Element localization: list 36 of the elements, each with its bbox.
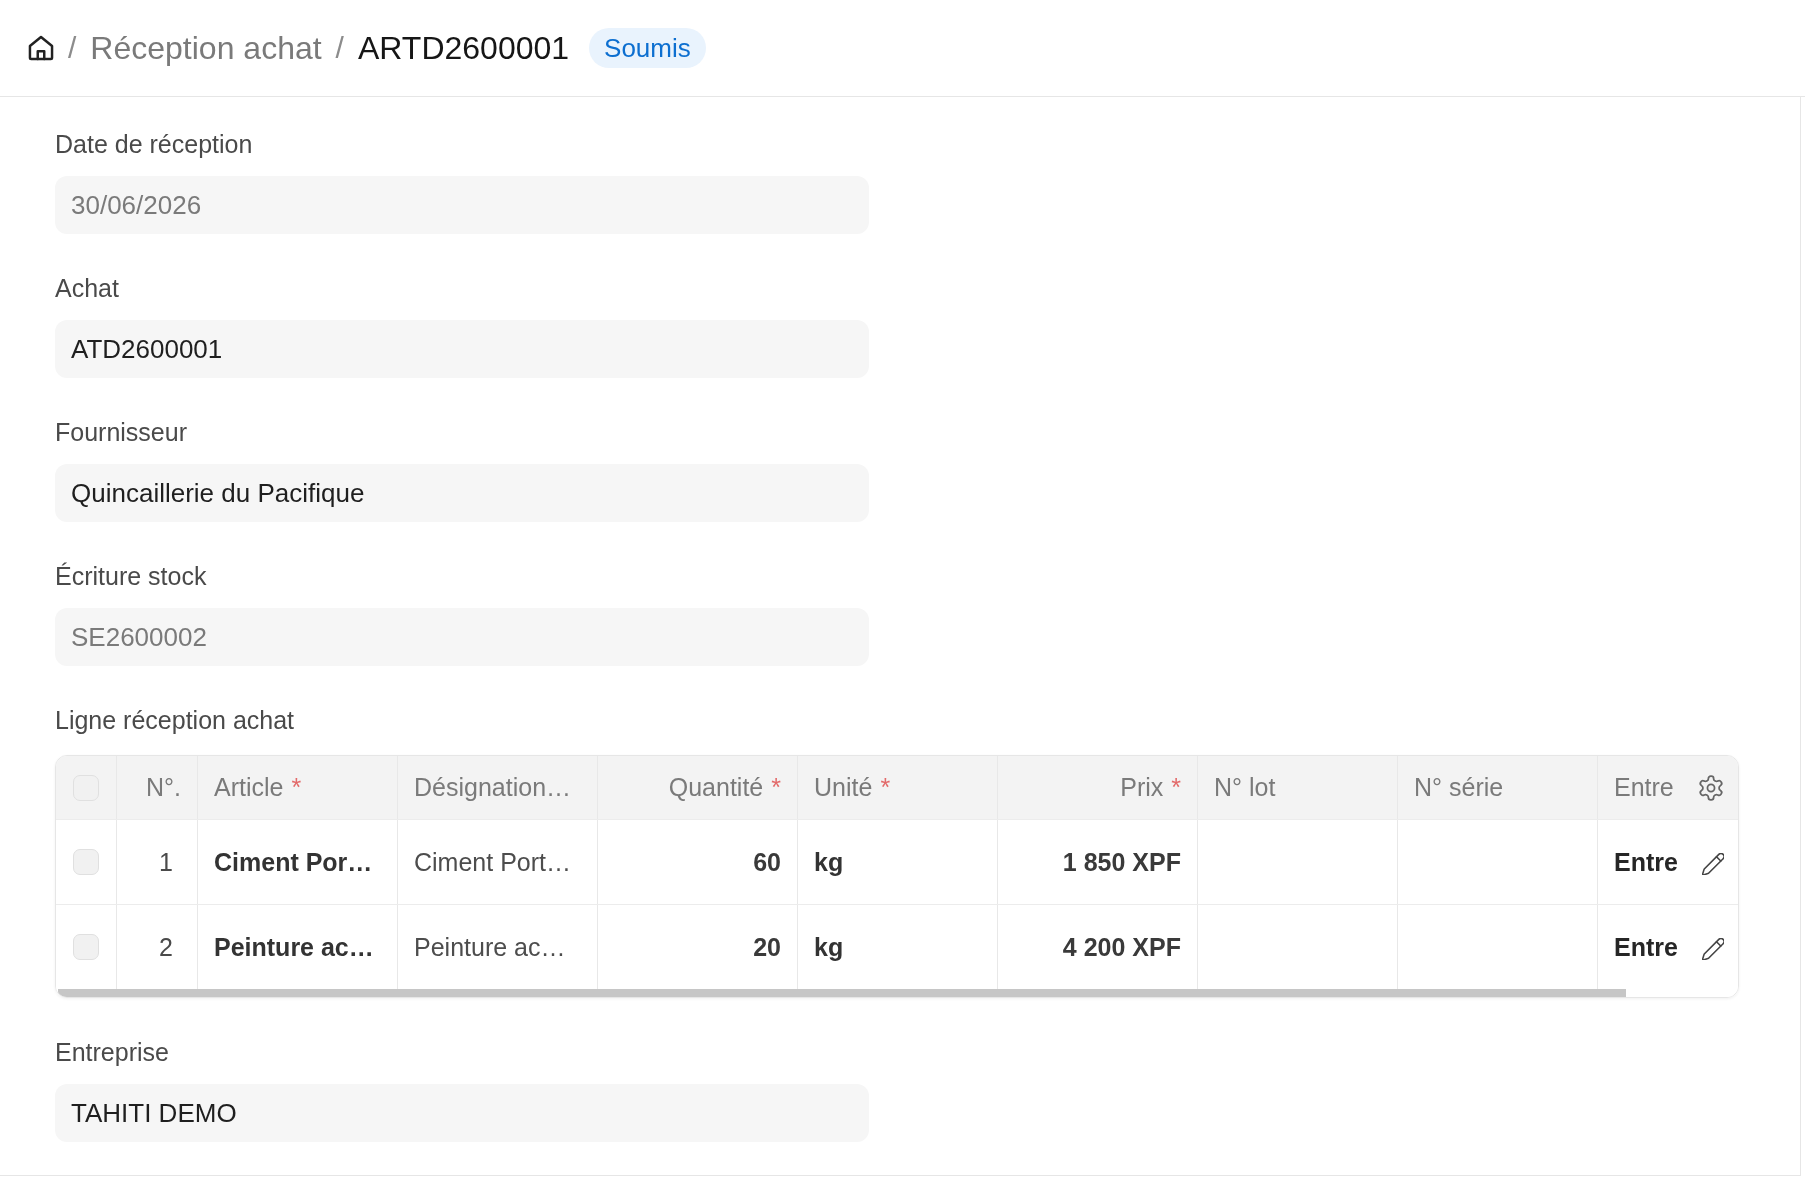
column-title: Entre	[1614, 773, 1674, 802]
section-label: Ligne réception achat	[55, 705, 295, 735]
input-field[interactable]: TAHITI DEMO	[55, 1084, 869, 1142]
column-title: Quantité	[668, 773, 764, 802]
field-label: Fournisseur	[55, 417, 187, 447]
column-title: Prix	[1120, 773, 1164, 802]
row-checkbox[interactable]	[73, 849, 99, 875]
breadcrumb-link[interactable]: Réception achat	[90, 29, 322, 67]
page-title: ARTD2600001	[357, 29, 570, 67]
status-badge: Soumis	[589, 28, 706, 68]
column-title: Article	[214, 773, 284, 802]
breadcrumb-separator: /	[335, 31, 344, 65]
required-mark: *	[1171, 773, 1181, 802]
field-label: Achat	[55, 273, 119, 303]
column-title: N°.	[146, 773, 181, 802]
horizontal-scrollbar[interactable]	[58, 989, 1626, 997]
column-title: N° série	[1414, 773, 1504, 802]
input-field[interactable]: ATD2600001	[55, 320, 869, 378]
required-mark: *	[880, 773, 891, 802]
home-icon[interactable]	[28, 35, 54, 61]
required-mark: *	[771, 773, 781, 802]
breadcrumb-separator: /	[68, 31, 77, 65]
field-label: Entreprise	[55, 1037, 169, 1067]
settings-icon[interactable]	[1698, 774, 1724, 801]
field-label: Écriture stock	[55, 561, 207, 591]
column-title: Désignation…	[414, 773, 572, 802]
edit-icon[interactable]	[1702, 938, 1724, 960]
field-label: Date de réception	[55, 129, 253, 159]
column-title: Unité	[814, 773, 873, 802]
cell-text: Entre	[1614, 847, 1678, 877]
edit-icon[interactable]	[1702, 853, 1724, 875]
required-mark: *	[291, 773, 302, 802]
row-checkbox[interactable]	[73, 934, 99, 960]
column-title: N° lot	[1214, 773, 1276, 802]
cell-text: Entre	[1614, 932, 1678, 962]
input-field[interactable]: Quincaillerie du Pacifique	[55, 464, 869, 522]
